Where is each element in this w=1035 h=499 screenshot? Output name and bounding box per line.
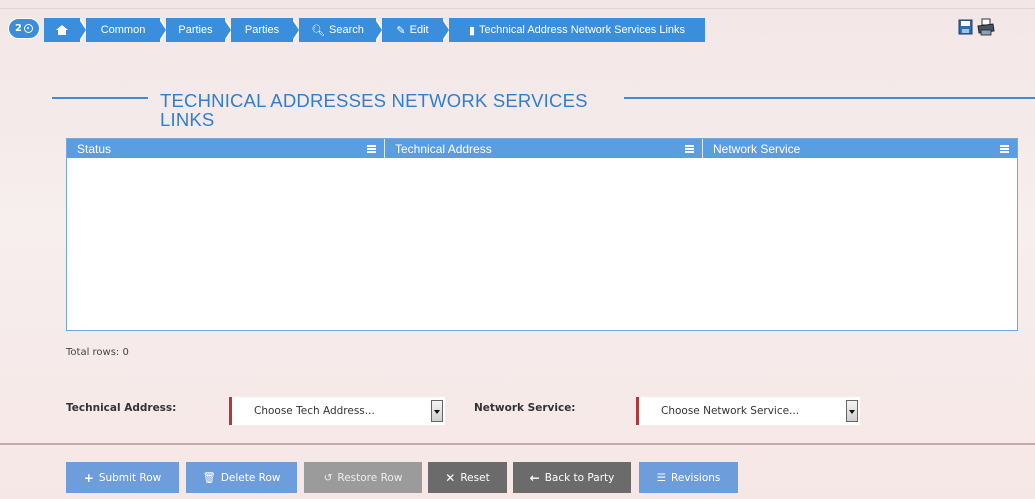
- page-title: TECHNICAL ADDRESSES NETWORK SERVICES LIN…: [160, 91, 610, 129]
- badge-count: 2: [15, 23, 22, 34]
- plus-icon: +: [83, 470, 94, 485]
- button-label: Reset: [460, 471, 490, 484]
- top-divider: [0, 8, 1035, 9]
- links-grid: Status Technical Address Network Service: [66, 138, 1018, 331]
- toolbar: [958, 18, 995, 36]
- column-label: Status: [77, 141, 112, 156]
- breadcrumb-label: Technical Address Network Services Links: [479, 24, 686, 36]
- save-icon[interactable]: [958, 18, 974, 36]
- button-label: Back to Party: [544, 471, 615, 484]
- technical-address-label: Technical Address:: [66, 402, 177, 414]
- technical-address-select[interactable]: Choose Tech Address...: [229, 397, 445, 425]
- chevron-down-icon[interactable]: [431, 400, 443, 422]
- footer-divider: [0, 443, 1035, 445]
- page-title-line1: TECHNICAL ADDRESSES NETWORK SERVICES: [160, 90, 588, 111]
- grid-header: Status Technical Address Network Service: [67, 139, 1017, 158]
- total-rows: Total rows: 0: [66, 347, 129, 358]
- breadcrumb-search[interactable]: 🔍︎ Search: [299, 18, 376, 42]
- restore-icon: ↺: [323, 471, 333, 484]
- breadcrumb-edit[interactable]: ✎ Edit: [382, 18, 443, 42]
- print-icon[interactable]: [977, 18, 995, 36]
- page-title-line2: LINKS: [160, 109, 215, 130]
- home-icon: [56, 25, 68, 35]
- column-label: Technical Address: [395, 141, 492, 156]
- breadcrumb-label: Parties: [244, 24, 280, 36]
- submit-row-button[interactable]: + Submit Row: [66, 462, 179, 493]
- revisions-button[interactable]: ☰ Revisions: [639, 462, 738, 493]
- column-status[interactable]: Status: [67, 139, 385, 158]
- breadcrumb-current[interactable]: ▮ Technical Address Network Services Lin…: [449, 18, 705, 42]
- title-rule-left: [52, 97, 148, 99]
- button-label: Restore Row: [337, 471, 403, 484]
- column-menu-icon[interactable]: [367, 144, 376, 153]
- reset-button[interactable]: ✕ Reset: [428, 462, 507, 493]
- breadcrumb-parties-2[interactable]: Parties: [231, 18, 293, 42]
- button-label: Submit Row: [98, 471, 162, 484]
- column-menu-icon[interactable]: [685, 144, 694, 153]
- trash-icon: 🗑︎: [202, 472, 216, 484]
- button-label: Delete Row: [220, 471, 281, 484]
- technical-address-value: Choose Tech Address...: [254, 405, 375, 417]
- breadcrumb-parties-1[interactable]: Parties: [166, 18, 225, 42]
- database-icon: ☰: [656, 471, 667, 484]
- breadcrumb-label: Common: [100, 24, 146, 36]
- column-label: Network Service: [713, 141, 801, 156]
- back-to-party-button[interactable]: ← Back to Party: [513, 462, 631, 493]
- edit-icon: ✎: [396, 24, 406, 37]
- button-label: Revisions: [671, 471, 721, 484]
- chevron-down-icon[interactable]: [846, 400, 858, 422]
- breadcrumb-label: Edit: [409, 24, 429, 36]
- times-icon: ✕: [445, 470, 456, 485]
- breadcrumb-common[interactable]: Common: [86, 18, 160, 42]
- context-badge[interactable]: 2: [8, 18, 40, 39]
- breadcrumb-label: Parties: [178, 24, 213, 36]
- delete-row-button[interactable]: 🗑︎ Delete Row: [186, 462, 297, 493]
- search-icon: 🔍︎: [311, 24, 326, 37]
- title-rule-right: [624, 97, 1035, 99]
- column-network-service[interactable]: Network Service: [703, 139, 1017, 158]
- breadcrumb-home[interactable]: [44, 18, 80, 42]
- eye-icon: [23, 24, 33, 33]
- column-menu-icon[interactable]: [1000, 144, 1009, 153]
- network-service-value: Choose Network Service...: [661, 405, 800, 417]
- bookmark-icon: ▮: [468, 24, 476, 37]
- network-service-select[interactable]: Choose Network Service...: [636, 397, 860, 425]
- breadcrumb-label: Search: [329, 24, 364, 36]
- network-service-label: Network Service:: [474, 402, 576, 414]
- column-technical-address[interactable]: Technical Address: [385, 139, 703, 158]
- arrow-left-icon: ←: [529, 470, 540, 485]
- restore-row-button[interactable]: ↺ Restore Row: [304, 462, 422, 493]
